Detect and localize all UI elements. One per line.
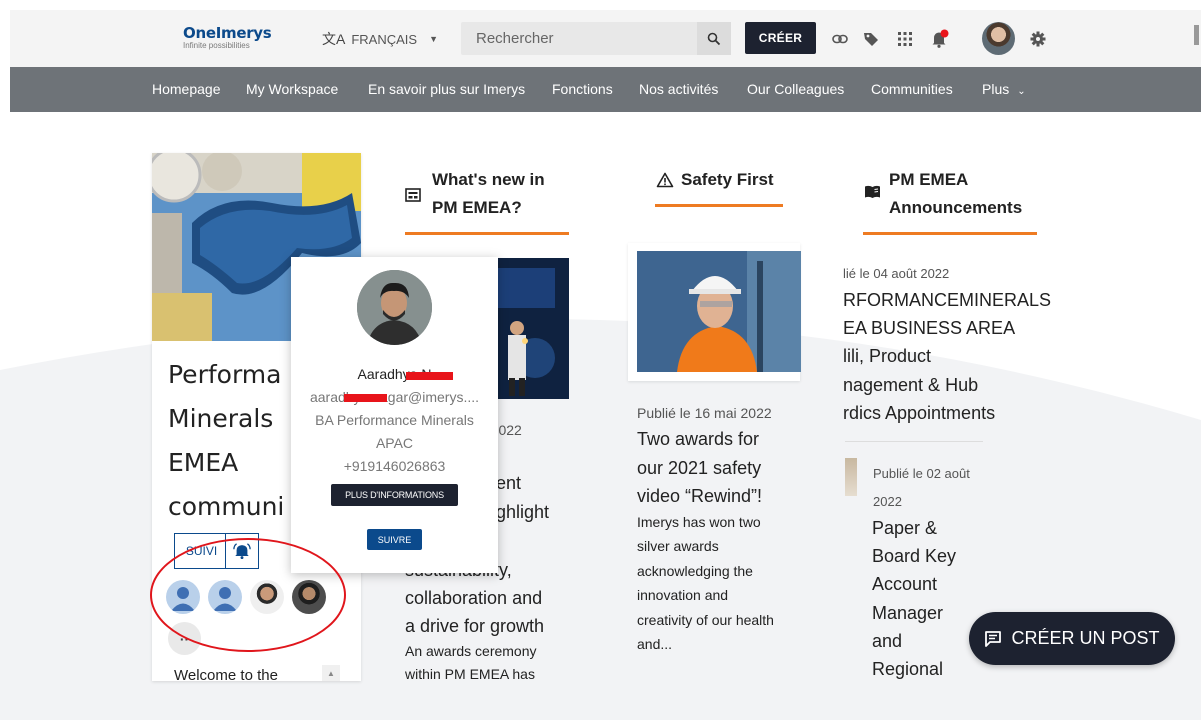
announcement-title-line[interactable]: Account bbox=[872, 574, 937, 595]
language-label: FRANÇAIS bbox=[351, 31, 418, 47]
redaction-bar bbox=[406, 372, 453, 380]
nav-plus-label: Plus bbox=[982, 81, 1010, 97]
safety-description-line: acknowledging the bbox=[637, 563, 753, 579]
announcement-date: 2022 bbox=[873, 494, 902, 509]
profile-hover-card: Aaradhya N aaradhya.nagar@imerys.... BA … bbox=[291, 257, 498, 573]
chevron-down-icon: ⌄ bbox=[1017, 86, 1026, 97]
announcement-title-line[interactable]: RFORMANCEMINERALS bbox=[843, 290, 1051, 311]
announcement-title-line[interactable]: Board Key bbox=[872, 546, 956, 567]
announcement-title-line[interactable]: Regional bbox=[872, 659, 943, 680]
announcement-divider bbox=[845, 441, 983, 442]
oneimerys-logo[interactable]: OneImerys Infinite possibilities bbox=[183, 24, 272, 50]
heading-line: PM EMEA bbox=[889, 170, 969, 189]
nav-my-workspace[interactable]: My Workspace bbox=[246, 81, 338, 97]
gear-icon[interactable] bbox=[1028, 29, 1048, 49]
translate-icon: 文A bbox=[322, 31, 346, 47]
announcement-date: lié le 04 août 2022 bbox=[843, 266, 950, 281]
profile-phone[interactable]: +919146026863 bbox=[291, 458, 498, 474]
create-post-label: CRÉER UN POST bbox=[1011, 628, 1160, 648]
safety-title-line[interactable]: Two awards for bbox=[637, 429, 759, 450]
logo-tagline: Infinite possibilities bbox=[183, 41, 250, 50]
heading-underline bbox=[863, 232, 1037, 235]
tag-icon[interactable] bbox=[861, 29, 881, 49]
news-description-line: An awards ceremony bbox=[405, 643, 537, 659]
news-title-line[interactable]: collaboration and bbox=[405, 588, 542, 609]
create-button[interactable]: CRÉER bbox=[745, 22, 816, 54]
heading-underline bbox=[405, 232, 569, 235]
news-title-line[interactable]: ghlight bbox=[496, 502, 549, 523]
annotation-circle bbox=[150, 538, 346, 652]
scroll-up-arrow[interactable]: ▲ bbox=[322, 665, 340, 681]
book-icon bbox=[865, 185, 880, 198]
safety-description-line: silver awards bbox=[637, 538, 719, 554]
logo-text: OneImerys bbox=[183, 24, 272, 42]
announcement-title-line[interactable]: Paper & bbox=[872, 518, 937, 539]
announcement-title-line[interactable]: EA BUSINESS AREA bbox=[843, 318, 1015, 339]
search-icon bbox=[707, 32, 721, 45]
profile-role: BA Performance Minerals bbox=[315, 412, 474, 428]
announcement-title-line[interactable]: nagement & Hub bbox=[843, 375, 978, 396]
announcements-heading[interactable]: PM EMEA Announcements bbox=[889, 166, 1022, 222]
announcement-title-line[interactable]: rdics Appointments bbox=[843, 403, 995, 424]
notification-bell-icon[interactable] bbox=[930, 29, 950, 49]
profile-name[interactable]: Aaradhya N bbox=[291, 366, 498, 382]
announcement-title-line[interactable]: Manager bbox=[872, 603, 943, 624]
profile-email[interactable]: aaradhya.nagar@imerys.... bbox=[291, 389, 498, 405]
announcement-thumbnail[interactable] bbox=[845, 458, 857, 496]
top-header: OneImerys Infinite possibilities 文A FRAN… bbox=[10, 10, 1201, 67]
nav-communities[interactable]: Communities bbox=[871, 81, 953, 97]
announcement-date: Publié le 02 août bbox=[873, 466, 970, 481]
search-button[interactable] bbox=[697, 22, 731, 55]
safety-title-line[interactable]: our 2021 safety bbox=[637, 458, 761, 479]
profile-avatar[interactable] bbox=[357, 270, 432, 345]
caret-down-icon: ▼ bbox=[429, 34, 438, 44]
newspaper-icon bbox=[405, 188, 421, 202]
safety-article-image[interactable] bbox=[637, 251, 801, 372]
safety-first-heading[interactable]: Safety First bbox=[681, 166, 774, 194]
nav-plus[interactable]: Plus ⌄ bbox=[982, 81, 1026, 97]
news-title-line[interactable]: a drive for growth bbox=[405, 616, 544, 637]
profile-region: APAC bbox=[375, 435, 414, 451]
safety-description-line: Imerys has won two bbox=[637, 514, 761, 530]
whats-new-heading[interactable]: What's new in PM EMEA? bbox=[432, 166, 545, 222]
nav-fonctions[interactable]: Fonctions bbox=[552, 81, 613, 97]
more-info-button[interactable]: PLUS D'INFORMATIONS bbox=[331, 484, 458, 506]
window-scrollbar-stub bbox=[1194, 25, 1199, 45]
search-input[interactable] bbox=[461, 22, 697, 55]
heading-line: What's new in bbox=[432, 170, 545, 189]
main-navigation: Homepage My Workspace En savoir plus sur… bbox=[10, 67, 1201, 112]
news-description-line: within PM EMEA has bbox=[405, 666, 535, 682]
nav-nos-activites[interactable]: Nos activités bbox=[639, 81, 718, 97]
news-title-line[interactable]: ent bbox=[496, 473, 521, 494]
follow-button[interactable]: SUIVRE bbox=[367, 529, 422, 550]
safety-description-line: creativity of our health bbox=[637, 612, 774, 628]
announcement-title-line[interactable]: and bbox=[872, 631, 902, 652]
nav-homepage[interactable]: Homepage bbox=[152, 81, 221, 97]
link-icon[interactable] bbox=[830, 29, 850, 49]
user-avatar[interactable] bbox=[982, 22, 1015, 55]
heading-underline bbox=[655, 204, 783, 207]
heading-line: PM EMEA? bbox=[432, 198, 522, 217]
search-box bbox=[461, 22, 731, 55]
apps-grid-icon[interactable] bbox=[895, 29, 915, 49]
safety-description-line: innovation and bbox=[637, 587, 729, 603]
heading-line: Announcements bbox=[889, 198, 1023, 217]
announcement-title-line[interactable]: lili, Product bbox=[843, 346, 931, 367]
comment-icon bbox=[985, 630, 1002, 647]
language-selector[interactable]: 文A FRANÇAIS ▼ bbox=[322, 29, 438, 49]
safety-title-line[interactable]: video “Rewind”! bbox=[637, 486, 762, 507]
warning-icon bbox=[656, 172, 674, 188]
nav-en-savoir-plus[interactable]: En savoir plus sur Imerys bbox=[368, 81, 525, 97]
create-post-button[interactable]: CRÉER UN POST bbox=[969, 612, 1175, 665]
community-welcome-text: Welcome to the bbox=[174, 667, 278, 681]
nav-our-colleagues[interactable]: Our Colleagues bbox=[747, 81, 844, 97]
safety-date: Publié le 16 mai 2022 bbox=[637, 405, 772, 421]
safety-description-line: and... bbox=[637, 636, 673, 652]
redaction-bar bbox=[344, 394, 387, 402]
